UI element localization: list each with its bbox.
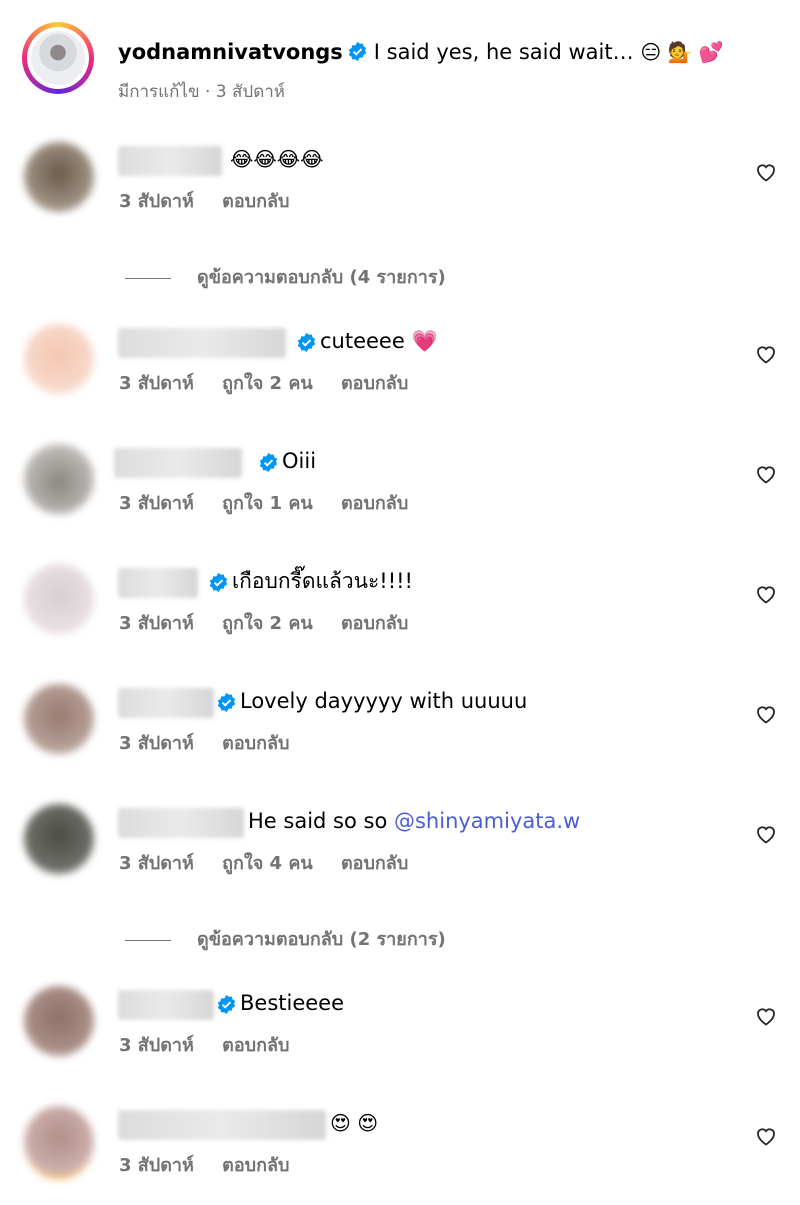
commenter-avatar[interactable] (24, 564, 94, 634)
verified-badge-icon (259, 452, 278, 473)
caption-meta: มีการแก้ไข · 3 สัปดาห์ (118, 82, 285, 102)
view-replies-label[interactable]: ดูข้อความตอบกลับ (2 รายการ) (197, 929, 446, 950)
comment-text: He said so so @shinyamiyata.w (248, 806, 580, 836)
comment-item: เกือบกรี๊ดแล้วนะ!!!! 3 สัปดาห์ ถูกใจ 2 ค… (18, 562, 782, 662)
commenter-username[interactable] (114, 448, 242, 478)
commenter-avatar[interactable] (24, 986, 94, 1056)
comment-text: Bestieeee (240, 991, 345, 1015)
reply-button[interactable]: ตอบกลับ (222, 1035, 289, 1056)
commenter-username[interactable] (118, 990, 214, 1020)
reply-button[interactable]: ตอบกลับ (222, 733, 289, 754)
comment-time: 3 สัปดาห์ (119, 191, 194, 212)
commenter-username[interactable] (118, 1110, 326, 1140)
comment-meta: 3 สัปดาห์ ถูกใจ 1 คน ตอบกลับ (119, 488, 430, 517)
caption-line: yodnamnivatvongs I said yes, he said wait… (118, 38, 724, 66)
reply-button[interactable]: ตอบกลับ (222, 191, 289, 212)
comment-item: He said so so @shinyamiyata.w 3 สัปดาห์ … (18, 802, 782, 902)
heart-outline-icon[interactable] (754, 462, 778, 486)
verified-badge-icon (217, 692, 236, 713)
comment-item: Lovely dayyyyy with uuuuu 3 สัปดาห์ ตอบก… (18, 682, 782, 782)
comment-time: 3 สัปดาห์ (119, 373, 194, 394)
comment-likes[interactable]: ถูกใจ 2 คน (222, 373, 313, 394)
comment-item: 😍 😍 3 สัปดาห์ ตอบกลับ (18, 1104, 782, 1204)
replies-divider (125, 939, 171, 941)
comment-meta: 3 สัปดาห์ ถูกใจ 4 คน ตอบกลับ (119, 848, 430, 877)
caption-emojis: 😑 💁 💕 (640, 40, 724, 64)
commenter-avatar[interactable] (24, 804, 94, 874)
commenter-username[interactable] (118, 328, 286, 358)
commenter-avatar[interactable] (24, 1106, 94, 1179)
comment-time: 3 สัปดาห์ (119, 493, 194, 514)
comment-text: cuteeee 💗 (320, 329, 438, 353)
heart-outline-icon[interactable] (754, 160, 778, 184)
comment-item: cuteeee 💗 3 สัปดาห์ ถูกใจ 2 คน ตอบกลับ (18, 322, 782, 422)
comment-meta: 3 สัปดาห์ ตอบกลับ (119, 1030, 311, 1059)
heart-outline-icon[interactable] (754, 822, 778, 846)
heart-outline-icon[interactable] (754, 1124, 778, 1148)
comment-likes[interactable]: ถูกใจ 2 คน (222, 613, 313, 634)
commenter-username[interactable] (118, 568, 198, 598)
caption-text: I said yes, he said wait… (373, 40, 634, 64)
comment-item: 😂😂😂😂 3 สัปดาห์ ตอบกลับ (18, 140, 782, 240)
comment-text: Lovely dayyyyy with uuuuu (240, 689, 528, 713)
view-replies-label[interactable]: ดูข้อความตอบกลับ (4 รายการ) (197, 267, 446, 288)
reply-button[interactable]: ตอบกลับ (341, 373, 408, 394)
comment-item: Oiii 3 สัปดาห์ ถูกใจ 1 คน ตอบกลับ (18, 442, 782, 542)
commenter-avatar[interactable] (24, 684, 94, 754)
commenter-avatar[interactable] (24, 142, 94, 212)
heart-outline-icon[interactable] (754, 582, 778, 606)
commenter-username[interactable] (118, 808, 244, 838)
comment-text-body: He said so so (248, 809, 388, 833)
heart-outline-icon[interactable] (754, 702, 778, 726)
commenter-username[interactable] (118, 688, 214, 718)
comment-text: 😍 😍 (330, 1111, 379, 1135)
comment-time: 3 สัปดาห์ (119, 613, 194, 634)
comment-time: 3 สัปดาห์ (119, 853, 194, 874)
comment-text: Oiii (282, 449, 317, 473)
comment-likes[interactable]: ถูกใจ 1 คน (222, 493, 313, 514)
comment-time: 3 สัปดาห์ (119, 1155, 194, 1176)
verified-badge-icon (217, 994, 236, 1015)
reply-button[interactable]: ตอบกลับ (341, 493, 408, 514)
verified-badge-icon (209, 572, 228, 593)
reply-button[interactable]: ตอบกลับ (222, 1155, 289, 1176)
author-username[interactable]: yodnamnivatvongs (118, 40, 343, 64)
commenter-username[interactable] (118, 146, 222, 176)
reply-button[interactable]: ตอบกลับ (341, 853, 408, 874)
comment-text: เกือบกรี๊ดแล้วนะ!!!! (232, 569, 413, 593)
comment-item: Bestieeee 3 สัปดาห์ ตอบกลับ (18, 984, 782, 1084)
mention-link[interactable]: @shinyamiyata.w (394, 809, 580, 833)
view-replies-button[interactable]: ดูข้อความตอบกลับ (2 รายการ) (125, 924, 446, 953)
comment-meta: 3 สัปดาห์ ตอบกลับ (119, 728, 311, 757)
comment-meta: 3 สัปดาห์ ถูกใจ 2 คน ตอบกลับ (119, 608, 430, 637)
comment-time: 3 สัปดาห์ (119, 733, 194, 754)
comment-time: 3 สัปดาห์ (119, 1035, 194, 1056)
verified-badge-icon (297, 332, 316, 353)
comment-likes[interactable]: ถูกใจ 4 คน (222, 853, 313, 874)
verified-badge-icon (348, 41, 366, 62)
comment-meta: 3 สัปดาห์ ถูกใจ 2 คน ตอบกลับ (119, 368, 430, 397)
heart-outline-icon[interactable] (754, 1004, 778, 1028)
replies-divider (125, 277, 171, 279)
comment-meta: 3 สัปดาห์ ตอบกลับ (119, 1150, 311, 1179)
view-replies-button[interactable]: ดูข้อความตอบกลับ (4 รายการ) (125, 262, 446, 291)
comment-meta: 3 สัปดาห์ ตอบกลับ (119, 186, 311, 215)
post-caption: yodnamnivatvongs I said yes, he said wait… (18, 18, 778, 108)
heart-outline-icon[interactable] (754, 342, 778, 366)
comment-text: 😂😂😂😂 (230, 147, 324, 171)
reply-button[interactable]: ตอบกลับ (341, 613, 408, 634)
author-avatar[interactable] (22, 22, 94, 94)
commenter-avatar[interactable] (24, 444, 94, 514)
commenter-avatar[interactable] (24, 324, 94, 394)
